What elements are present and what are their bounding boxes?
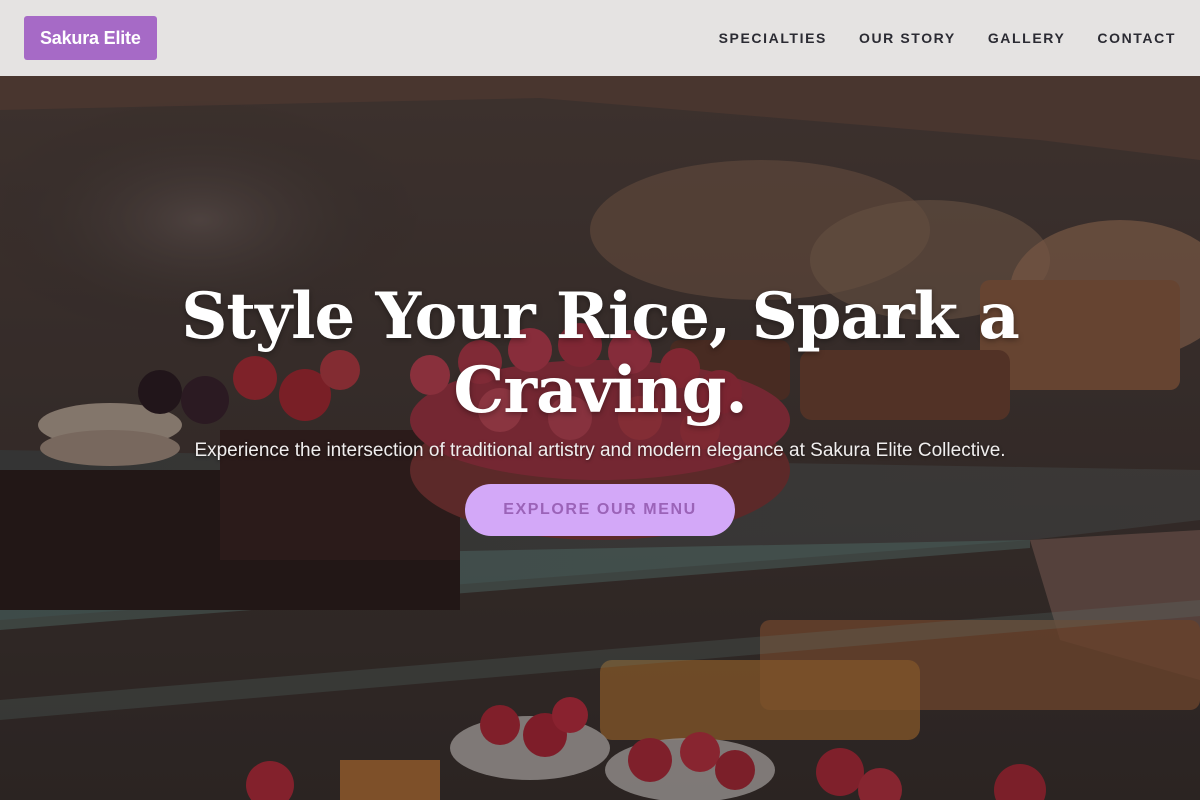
nav-link-gallery[interactable]: GALLERY bbox=[988, 30, 1066, 46]
nav-link-specialties[interactable]: SPECIALTIES bbox=[719, 30, 827, 46]
nav-link-contact[interactable]: CONTACT bbox=[1097, 30, 1176, 46]
nav-link-our-story[interactable]: OUR STORY bbox=[859, 30, 956, 46]
hero-title: Style Your Rice, Spark a Craving. bbox=[181, 279, 1020, 428]
top-navbar: Sakura Elite SPECIALTIES OUR STORY GALLE… bbox=[0, 0, 1200, 76]
main-nav: SPECIALTIES OUR STORY GALLERY CONTACT bbox=[719, 30, 1176, 46]
brand-logo-button[interactable]: Sakura Elite bbox=[24, 16, 157, 60]
explore-menu-button[interactable]: EXPLORE OUR MENU bbox=[465, 484, 735, 536]
hero-subtitle: Experience the intersection of tradition… bbox=[194, 440, 1006, 461]
hero-content: Style Your Rice, Spark a Craving. Experi… bbox=[0, 280, 1200, 536]
